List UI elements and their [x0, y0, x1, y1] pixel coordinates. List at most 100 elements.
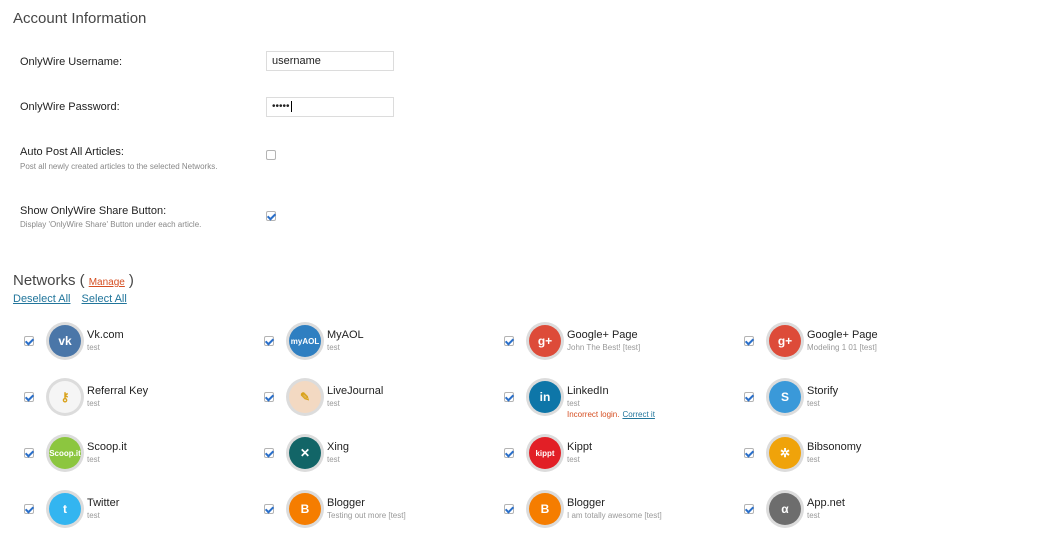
network-icon-glyph: ✕ [289, 437, 321, 469]
network-name: Blogger [567, 497, 605, 509]
network-item[interactable]: B Blogger I am totally awesome [test] [504, 490, 734, 536]
network-account: test [87, 399, 100, 408]
password-input[interactable]: ••••• [266, 97, 394, 117]
networks-title-text: Networks ( [13, 272, 85, 289]
password-mask: ••••• [272, 101, 290, 112]
network-icon-glyph: α [769, 493, 801, 525]
network-checkbox[interactable] [504, 504, 514, 514]
network-item[interactable]: ⚷ Referral Key test [24, 378, 254, 424]
network-name: Referral Key [87, 385, 149, 397]
network-checkbox[interactable] [504, 448, 514, 458]
username-input[interactable]: username [266, 51, 394, 71]
network-checkbox[interactable] [264, 392, 274, 402]
auto-post-checkbox[interactable] [266, 150, 276, 160]
network-icon-glyph: g+ [769, 325, 801, 357]
network-checkbox[interactable] [24, 448, 34, 458]
login-error-text: Incorrect login. [567, 410, 620, 419]
network-checkbox[interactable] [264, 448, 274, 458]
bibsonomy-icon: ✲ [766, 434, 804, 472]
google-plus-icon: g+ [766, 322, 804, 360]
network-icon-glyph: myAOL [289, 325, 321, 357]
network-item[interactable]: myAOL MyAOL test [264, 322, 494, 368]
network-checkbox[interactable] [744, 392, 754, 402]
network-name: Blogger [327, 497, 365, 509]
network-account: test [567, 399, 580, 408]
network-icon-glyph: ⚷ [49, 381, 81, 413]
network-item[interactable]: g+ Google+ Page John The Best! [test] [504, 322, 734, 368]
account-information-title: Account Information [13, 10, 147, 27]
network-checkbox[interactable] [504, 336, 514, 346]
storify-icon: S [766, 378, 804, 416]
selection-links: Deselect All Select All [13, 293, 135, 305]
network-icon-glyph: B [529, 493, 561, 525]
network-checkbox[interactable] [24, 336, 34, 346]
network-account: I am totally awesome [test] [567, 511, 662, 520]
network-icon-glyph: vk [49, 325, 81, 357]
blogger-icon: B [526, 490, 564, 528]
google-plus-icon: g+ [526, 322, 564, 360]
network-checkbox[interactable] [504, 392, 514, 402]
network-item[interactable]: g+ Google+ Page Modeling 1 01 [test] [744, 322, 974, 368]
text-caret [290, 100, 292, 112]
share-button-label: Show OnlyWire Share Button: [20, 205, 167, 217]
network-item[interactable]: B Blogger Testing out more [test] [264, 490, 494, 536]
network-icon-glyph: ✲ [769, 437, 801, 469]
aol-icon: myAOL [286, 322, 324, 360]
network-account: test [567, 455, 580, 464]
network-account: test [87, 343, 100, 352]
network-account: test [807, 511, 820, 520]
network-icon-glyph: B [289, 493, 321, 525]
network-name: Twitter [87, 497, 120, 509]
network-item[interactable]: t Twitter test [24, 490, 254, 536]
network-icon-glyph: t [49, 493, 81, 525]
network-account: Testing out more [test] [327, 511, 406, 520]
network-checkbox[interactable] [744, 448, 754, 458]
twitter-icon: t [46, 490, 84, 528]
network-account: test [807, 399, 820, 408]
network-item[interactable]: ✎ LiveJournal test [264, 378, 494, 424]
network-item[interactable]: Scoop.it Scoop.it test [24, 434, 254, 480]
network-account: test [87, 511, 100, 520]
network-name: Vk.com [87, 329, 124, 341]
appnet-icon: α [766, 490, 804, 528]
network-name: Google+ Page [567, 329, 638, 341]
network-item[interactable]: S Storify test [744, 378, 974, 424]
network-icon-glyph: ✎ [289, 381, 321, 413]
network-checkbox[interactable] [24, 392, 34, 402]
network-checkbox[interactable] [264, 504, 274, 514]
auto-post-label: Auto Post All Articles: [20, 146, 124, 158]
network-item[interactable]: in LinkedIn test Incorrect login. Correct it [504, 378, 734, 424]
share-button-checkbox[interactable] [266, 211, 276, 221]
network-icon-glyph: kippt [529, 437, 561, 469]
network-name: MyAOL [327, 329, 364, 341]
network-checkbox[interactable] [744, 336, 754, 346]
network-icon-glyph: g+ [529, 325, 561, 357]
vk-icon: vk [46, 322, 84, 360]
network-account: Modeling 1 01 [test] [807, 343, 877, 352]
network-account: test [807, 455, 820, 464]
network-account: test [327, 343, 340, 352]
select-all-link[interactable]: Select All [82, 293, 127, 305]
referral-key-icon: ⚷ [46, 378, 84, 416]
network-item[interactable]: ✕ Xing test [264, 434, 494, 480]
network-name: Scoop.it [87, 441, 127, 453]
network-item[interactable]: ✲ Bibsonomy test [744, 434, 974, 480]
network-item[interactable]: vk Vk.com test [24, 322, 254, 368]
linkedin-icon: in [526, 378, 564, 416]
username-label: OnlyWire Username: [20, 56, 123, 68]
livejournal-icon: ✎ [286, 378, 324, 416]
manage-networks-link[interactable]: Manage [89, 277, 125, 288]
network-error: Incorrect login. Correct it [567, 410, 655, 419]
correct-it-link[interactable]: Correct it [622, 410, 654, 419]
network-checkbox[interactable] [264, 336, 274, 346]
password-label: OnlyWire Password: [20, 101, 120, 113]
networks-title-close: ) [128, 272, 134, 289]
network-item[interactable]: α App.net test [744, 490, 974, 536]
network-checkbox[interactable] [24, 504, 34, 514]
network-name: Xing [327, 441, 350, 453]
deselect-all-link[interactable]: Deselect All [13, 293, 70, 305]
networks-title: Networks ( Manage) [13, 272, 134, 289]
network-checkbox[interactable] [744, 504, 754, 514]
network-item[interactable]: kippt Kippt test [504, 434, 734, 480]
network-name: Storify [807, 385, 839, 397]
